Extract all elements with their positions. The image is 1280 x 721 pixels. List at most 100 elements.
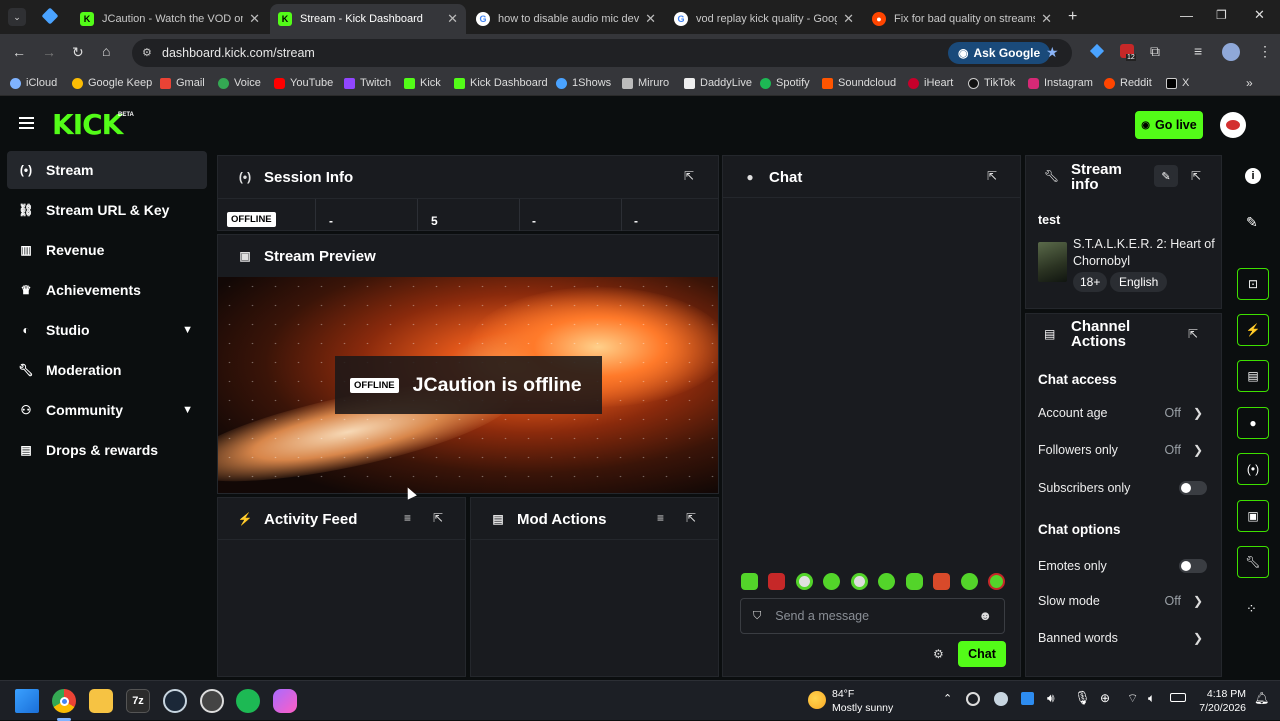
network-tray-icon[interactable]: ⊕ bbox=[1100, 691, 1110, 705]
more-bookmarks-icon[interactable]: » bbox=[1246, 76, 1253, 90]
emote-icon[interactable] bbox=[795, 573, 813, 590]
document-tool-button[interactable]: ▤ bbox=[1237, 360, 1269, 392]
sidebar-item-stream-url-key[interactable]: ⛓ Stream URL & Key bbox=[7, 191, 207, 229]
bookmark-item[interactable]: Reddit bbox=[1104, 77, 1152, 89]
tray-app-icon[interactable] bbox=[1021, 692, 1034, 705]
wifi-icon[interactable]: ⌔ bbox=[1127, 691, 1138, 706]
sidebar-item-drops-rewards[interactable]: ▤ Drops & rewards bbox=[7, 431, 207, 469]
user-avatar[interactable] bbox=[1220, 112, 1246, 138]
extension-icon[interactable] bbox=[1089, 43, 1105, 59]
game-title[interactable]: S.T.A.L.K.E.R. 2: Heart of Chornobyl bbox=[1073, 236, 1215, 270]
account-age-row[interactable]: Account age Off ❯ bbox=[1038, 406, 1207, 420]
emote-icon[interactable] bbox=[850, 573, 868, 590]
wrench-tool-button[interactable]: 🔧︎ bbox=[1237, 546, 1269, 578]
browser-tab-active[interactable]: K Stream - Kick Dashboard ✕ bbox=[270, 4, 466, 34]
tray-app-icon[interactable] bbox=[966, 692, 980, 706]
bookmark-star-icon[interactable]: ★ bbox=[1046, 44, 1059, 61]
subscribers-only-toggle[interactable] bbox=[1179, 481, 1207, 495]
tray-overflow-icon[interactable]: ⌃ bbox=[943, 692, 952, 705]
broadcast-tool-button[interactable]: (•) bbox=[1237, 453, 1269, 485]
bookmark-item[interactable]: DaddyLive bbox=[684, 77, 752, 89]
spotify-icon[interactable] bbox=[236, 689, 260, 713]
sidebar-item-revenue[interactable]: ▥ Revenue bbox=[7, 231, 207, 269]
chat-tool-button[interactable]: ● bbox=[1237, 407, 1269, 439]
address-bar[interactable]: ⚙ dashboard.kick.com/stream ◉ Ask Google… bbox=[132, 39, 1072, 67]
app-icon[interactable] bbox=[200, 689, 224, 713]
followers-only-row[interactable]: Followers only Off ❯ bbox=[1038, 443, 1207, 457]
filter-icon[interactable]: ≡ bbox=[657, 511, 664, 525]
new-tab-icon[interactable]: + bbox=[1068, 8, 1077, 26]
profile-avatar[interactable] bbox=[1222, 43, 1240, 61]
bookmark-item[interactable]: Voice bbox=[218, 77, 261, 89]
emote-icon[interactable] bbox=[878, 573, 896, 590]
close-window-icon[interactable]: ✕ bbox=[1254, 7, 1265, 23]
close-tab-icon[interactable]: ✕ bbox=[249, 11, 260, 27]
browser-tab[interactable]: G vod replay kick quality - Googl ✕ bbox=[666, 4, 862, 34]
chat-input[interactable]: ⛉ Send a message ☻ bbox=[740, 598, 1005, 634]
hamburger-menu-icon[interactable] bbox=[19, 117, 34, 129]
layout-icon[interactable]: ⁘ bbox=[1246, 601, 1257, 617]
emote-icon[interactable] bbox=[987, 573, 1005, 590]
pencil-icon[interactable]: ✎ bbox=[1246, 214, 1258, 231]
tab-search-button[interactable]: ⌄ bbox=[8, 8, 26, 26]
emote-icon[interactable] bbox=[960, 573, 978, 590]
pop-out-icon[interactable]: ⇱ bbox=[1191, 169, 1201, 183]
minimize-icon[interactable]: — bbox=[1180, 8, 1193, 23]
emote-icon[interactable] bbox=[768, 573, 786, 590]
pop-out-icon[interactable]: ⇱ bbox=[684, 169, 694, 183]
forward-icon[interactable]: → bbox=[42, 44, 56, 60]
capture-tool-button[interactable]: ⊡ bbox=[1237, 268, 1269, 300]
sidebar-item-moderation[interactable]: 🔧︎ Moderation bbox=[7, 351, 207, 389]
gamepad-icon[interactable] bbox=[273, 689, 297, 713]
browser-tab[interactable]: G how to disable audio mic devic ✕ bbox=[468, 4, 664, 34]
bookmark-item[interactable]: Kick bbox=[404, 77, 441, 89]
emote-icon[interactable] bbox=[933, 573, 951, 590]
bookmark-item[interactable]: Gmail bbox=[160, 77, 205, 89]
weather-icon[interactable] bbox=[808, 691, 826, 709]
banned-words-row[interactable]: Banned words ❯ bbox=[1038, 631, 1207, 645]
clock-date[interactable]: 7/20/2026 bbox=[1192, 702, 1246, 714]
clock-time[interactable]: 4:18 PM bbox=[1200, 688, 1246, 700]
gear-icon[interactable]: ⚙ bbox=[933, 647, 944, 661]
bookmark-item[interactable]: Kick Dashboard bbox=[454, 77, 548, 89]
steam-icon[interactable] bbox=[163, 689, 187, 713]
emotes-only-toggle[interactable] bbox=[1179, 559, 1207, 573]
bookmark-item[interactable]: YouTube bbox=[274, 77, 333, 89]
reading-list-icon[interactable]: ≡ bbox=[1194, 43, 1202, 59]
slow-mode-row[interactable]: Slow mode Off ❯ bbox=[1038, 594, 1207, 608]
emote-icon[interactable] bbox=[905, 573, 923, 590]
pop-out-icon[interactable]: ⇱ bbox=[1188, 327, 1198, 341]
sidebar-item-studio[interactable]: ◐ Studio ▼ bbox=[7, 311, 207, 349]
bookmark-item[interactable]: Twitch bbox=[344, 77, 391, 89]
sidebar-item-community[interactable]: ⚇ Community ▼ bbox=[7, 391, 207, 429]
chat-send-button[interactable]: Chat bbox=[958, 641, 1006, 667]
steam-tray-icon[interactable] bbox=[994, 692, 1008, 706]
bookmark-item[interactable]: Google Keep bbox=[72, 77, 152, 89]
home-icon[interactable]: ⌂ bbox=[102, 43, 110, 59]
volume-icon[interactable]: 🔈︎ bbox=[1148, 691, 1155, 706]
edit-button[interactable]: ✎ bbox=[1154, 165, 1178, 187]
bookmark-item[interactable]: 1Shows bbox=[556, 77, 611, 89]
bookmark-item[interactable]: iCloud bbox=[10, 77, 57, 89]
speaker-icon[interactable]: 🔊︎ bbox=[1047, 691, 1055, 706]
calculator-icon[interactable]: 7z bbox=[126, 689, 150, 713]
info-icon[interactable]: i bbox=[1245, 168, 1261, 184]
browser-menu-icon[interactable]: ⋮ bbox=[1258, 43, 1272, 60]
bookmark-item[interactable]: X bbox=[1166, 77, 1189, 89]
close-tab-icon[interactable]: ✕ bbox=[447, 11, 458, 27]
preview-tool-button[interactable]: ▣ bbox=[1237, 500, 1269, 532]
windows-start-icon[interactable] bbox=[15, 689, 39, 713]
bookmark-item[interactable]: TikTok bbox=[968, 77, 1015, 89]
extensions-puzzle-icon[interactable]: ⧉ bbox=[1150, 43, 1160, 60]
close-tab-icon[interactable]: ✕ bbox=[843, 11, 854, 27]
restore-icon[interactable]: ❐ bbox=[1216, 8, 1227, 22]
pop-out-icon[interactable]: ⇱ bbox=[433, 511, 443, 525]
close-tab-icon[interactable]: ✕ bbox=[1041, 11, 1052, 27]
go-live-button[interactable]: ◉ Go live bbox=[1135, 111, 1203, 139]
close-tab-icon[interactable]: ✕ bbox=[645, 11, 656, 27]
sidebar-item-achievements[interactable]: ♛ Achievements bbox=[7, 271, 207, 309]
browser-tab[interactable]: ● Fix for bad quality on streams? ✕ bbox=[864, 4, 1060, 34]
sidebar-item-stream[interactable]: (•) Stream bbox=[7, 151, 207, 189]
reload-icon[interactable]: ↻ bbox=[72, 44, 84, 61]
filter-icon[interactable]: ≡ bbox=[404, 511, 411, 525]
